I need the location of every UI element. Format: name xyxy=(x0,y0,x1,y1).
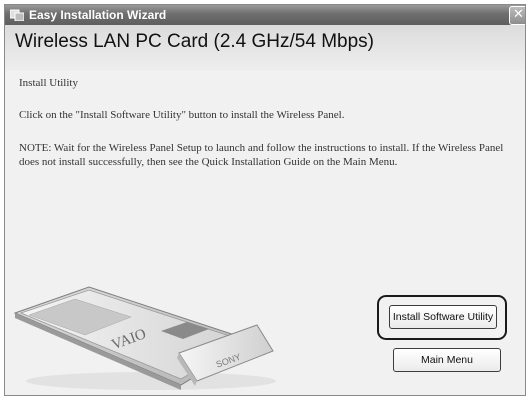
instruction-text: Click on the "Install Software Utility" … xyxy=(19,109,345,121)
close-icon: ✕ xyxy=(513,7,524,22)
install-software-utility-button[interactable]: Install Software Utility xyxy=(389,305,497,329)
page-title: Wireless LAN PC Card (2.4 GHz/54 Mbps) xyxy=(15,31,374,52)
close-button[interactable]: ✕ xyxy=(509,6,525,25)
pc-card-illustration: VAIO SONY xyxy=(13,286,276,390)
note-text: NOTE: Wait for the Wireless Panel Setup … xyxy=(19,142,504,168)
wizard-window: Easy Installation Wizard ✕ Wireless LAN … xyxy=(4,4,526,396)
main-menu-button[interactable]: Main Menu xyxy=(393,348,501,372)
window-title: Easy Installation Wizard xyxy=(29,8,167,22)
installer-app-icon xyxy=(10,9,24,21)
section-label: Install Utility xyxy=(19,77,78,89)
title-bar[interactable]: Easy Installation Wizard ✕ xyxy=(5,5,525,25)
